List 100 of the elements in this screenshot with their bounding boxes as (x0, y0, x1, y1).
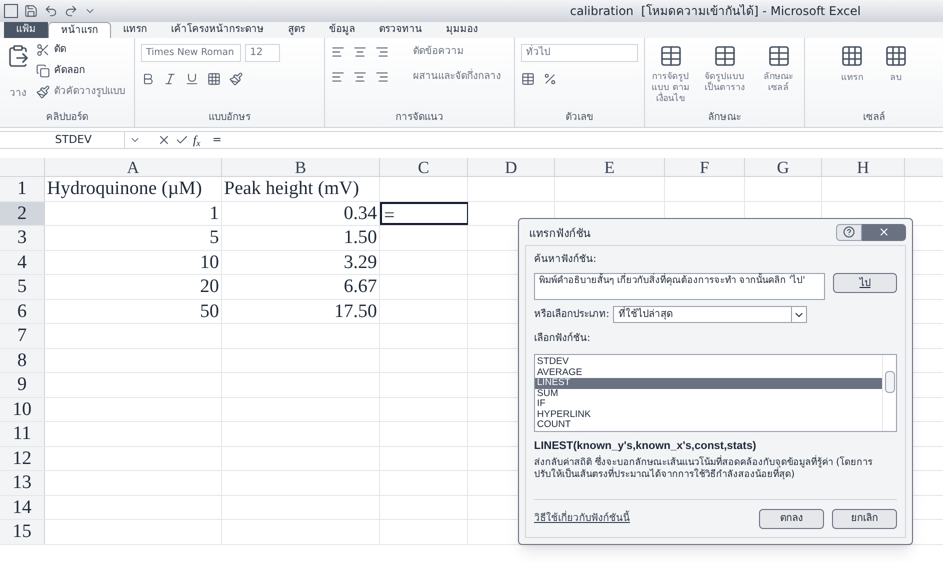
function-signature: LINEST(known_y's,known_x's,const,stats) (534, 439, 758, 454)
align-center-icon[interactable] (353, 70, 367, 84)
function-list[interactable]: STDEV AVERAGE LINEST SUM IF HYPERLINK COUNT (534, 354, 897, 432)
row-header[interactable]: 10 (0, 398, 45, 421)
cell-text: 10 (200, 252, 219, 272)
column-header[interactable]: H (822, 158, 905, 176)
cells-icon[interactable] (840, 44, 864, 68)
copy-label: คัดลอก (54, 64, 85, 78)
ribbon-tab[interactable]: แทรก (111, 22, 159, 38)
format-painter-label: ตัวคัดวางรูปแบบ (54, 85, 125, 99)
dialog-title: แทรกฟังก์ชัน (529, 226, 591, 242)
cell-text: 20 (200, 276, 219, 297)
column-header[interactable]: G (745, 158, 822, 176)
function-item[interactable]: LINEST (535, 378, 882, 388)
row-header[interactable]: 13 (0, 471, 45, 494)
function-list-label: เลือกฟังก์ชัน: (534, 331, 592, 346)
merge-center-label: ผสานและจัดกึ่งกลาง (413, 69, 501, 84)
close-icon (878, 226, 890, 238)
row-header[interactable]: 2 (0, 202, 45, 225)
function-item[interactable]: AVERAGE (535, 368, 882, 378)
help-link[interactable]: วิธีใช้เกี่ยวกับฟังก์ชันนี้ (534, 511, 630, 526)
cell-text: 0.34 (344, 202, 377, 224)
close-button[interactable] (862, 224, 906, 240)
row-header[interactable]: 7 (0, 324, 45, 348)
cell-text: 5 (210, 227, 219, 248)
function-item[interactable]: IF (535, 399, 882, 410)
underline-icon[interactable] (185, 72, 199, 86)
row-header[interactable]: 12 (0, 446, 45, 470)
ribbon-tab[interactable]: ข้อมูล (317, 22, 367, 38)
align-left-icon[interactable] (331, 70, 345, 84)
paste-icon[interactable] (6, 42, 30, 70)
borders-icon[interactable] (207, 72, 221, 86)
row-header[interactable]: 8 (0, 348, 45, 372)
scissors-icon[interactable] (36, 42, 50, 56)
category-label: หรือเลือกประเภท: (534, 308, 610, 322)
formula-field[interactable]: = (212, 132, 943, 148)
ribbon-tab[interactable]: เค้าโครงหน้ากระดาษ (159, 22, 276, 38)
help-button[interactable] (836, 224, 862, 240)
row-header[interactable]: 14 (0, 496, 45, 519)
insert-function-button[interactable]: f$_{x}$ (193, 131, 200, 149)
dialog-button[interactable]: ตกลง (759, 508, 824, 528)
number-format-dropdown[interactable]: ทั่วไป (521, 44, 638, 62)
row-header[interactable]: 6 (0, 300, 45, 323)
column-header[interactable]: A (45, 158, 222, 176)
copy-icon[interactable] (36, 64, 50, 78)
column-header[interactable]: F (665, 158, 745, 176)
bold-icon[interactable] (141, 72, 155, 86)
group-label: คลิปบอร์ด (46, 110, 88, 125)
font-name-dropdown[interactable]: Times New Roman (141, 44, 241, 62)
style-icon[interactable] (766, 44, 790, 68)
file-tab[interactable]: แฟ้ม (4, 22, 48, 38)
paintbrush-icon[interactable] (36, 84, 50, 98)
category-dropdown[interactable]: ที่ใช้ไปล่าสุด (613, 306, 808, 323)
save-icon[interactable] (24, 4, 38, 18)
style-icon[interactable] (658, 44, 682, 68)
column-header[interactable]: E (555, 158, 665, 176)
cell-text: 1.50 (344, 227, 377, 248)
row-header[interactable]: 1 (0, 177, 45, 200)
scrollbar[interactable] (882, 355, 896, 431)
undo-icon[interactable] (44, 4, 58, 18)
row-header[interactable]: 3 (0, 226, 45, 250)
style-button-label: จัดรูปแบบ เป็นตาราง (704, 72, 746, 94)
function-item[interactable]: COUNT (535, 420, 882, 430)
dialog-button[interactable]: ยกเลิก (832, 508, 897, 528)
italic-icon[interactable] (163, 72, 177, 86)
cell-text: 6.67 (344, 276, 377, 297)
search-field[interactable]: พิมพ์คำอธิบายสั้นๆ เกี่ยวกับสิ่งที่คุณต้องการจะทำ จากนั้นคลิก 'ไป' (534, 273, 825, 300)
row-header[interactable]: 4 (0, 250, 45, 274)
window-title: calibration [โหมดความเข้ากันได้] - Microsoft Excel (570, 3, 861, 20)
ribbon-tab[interactable]: มุมมอง (434, 22, 490, 38)
row-header[interactable]: 15 (0, 520, 45, 544)
ribbon-tab[interactable]: สูตร (276, 22, 317, 38)
ribbon-tab[interactable]: ตรวจทาน (367, 22, 434, 38)
style-button-label: การจัดรูปแบบ ตามเงื่อนไข (650, 72, 690, 105)
column-header[interactable]: B (222, 158, 380, 176)
group-label: ตัวเลข (566, 111, 594, 125)
cancel-icon[interactable] (157, 133, 171, 147)
name-box[interactable]: STDEV (0, 132, 125, 148)
row-header[interactable]: 5 (0, 275, 45, 298)
cell-text: = (384, 204, 395, 226)
function-item[interactable]: SUM (535, 388, 882, 399)
function-item[interactable]: HYPERLINK (535, 410, 882, 420)
cut-label: ตัด (54, 43, 66, 57)
style-icon[interactable] (712, 44, 736, 68)
go-button[interactable]: ไป (833, 273, 897, 293)
percent-icon[interactable] (543, 72, 557, 86)
function-item[interactable]: STDEV (535, 357, 882, 368)
column-header[interactable]: D (468, 158, 555, 176)
cell-text: 3.29 (344, 252, 377, 272)
align-right-icon[interactable] (375, 70, 389, 84)
cells-icon[interactable] (884, 44, 908, 68)
row-header[interactable]: 11 (0, 422, 45, 446)
redo-icon[interactable] (64, 4, 78, 18)
help-icon (843, 226, 855, 238)
ribbon-tab[interactable]: หน้าแรก (48, 22, 111, 38)
row-header[interactable]: 9 (0, 373, 45, 396)
group-label: การจัดแนว (396, 111, 444, 125)
style-button-label: ลักษณะ เซลล์ (762, 72, 794, 94)
font-size-dropdown[interactable]: 12 (245, 44, 280, 62)
column-header[interactable]: C (380, 158, 468, 176)
